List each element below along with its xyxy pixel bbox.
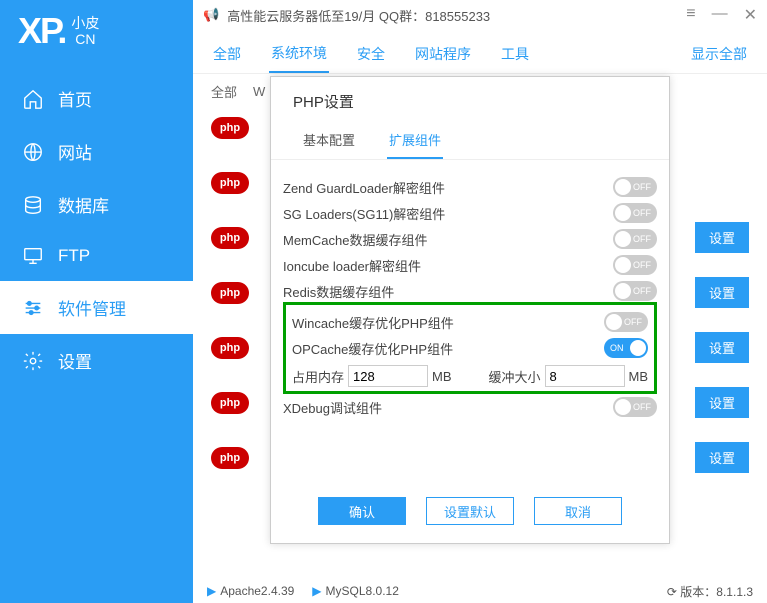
php-icon: php: [211, 227, 249, 249]
refresh-icon[interactable]: ⟳: [667, 585, 677, 599]
gear-icon: [22, 350, 44, 372]
tab-all[interactable]: 全部: [211, 36, 243, 72]
setting-xdebug: XDebug调试组件OFF: [283, 394, 657, 420]
setting-sg-loaders: SG Loaders(SG11)解密组件OFF: [283, 200, 657, 226]
tab-show-all[interactable]: 显示全部: [689, 36, 749, 72]
close-icon[interactable]: ✕: [744, 5, 757, 25]
row-settings-button[interactable]: 设置: [695, 222, 749, 253]
main-tabs: 全部 系统环境 安全 网站程序 工具 显示全部: [193, 34, 767, 74]
cancel-button[interactable]: 取消: [534, 497, 622, 525]
modal-title: PHP设置: [271, 77, 669, 122]
minimize-icon[interactable]: —: [712, 5, 728, 25]
statusbar: ▶Apache2.4.39 ▶MySQL8.0.12 ⟳ 版本：8.1.1.3: [193, 579, 767, 603]
toggle[interactable]: OFF: [604, 312, 648, 332]
nav-label: 首页: [58, 86, 92, 111]
toggle[interactable]: OFF: [613, 203, 657, 223]
row-settings-button[interactable]: 设置: [695, 332, 749, 363]
subtab-all[interactable]: 全部: [211, 82, 237, 101]
nav-ftp[interactable]: FTP: [0, 231, 193, 281]
database-icon: [22, 194, 44, 216]
home-icon: [22, 88, 44, 110]
confirm-button[interactable]: 确认: [318, 497, 406, 525]
toggle[interactable]: OFF: [613, 255, 657, 275]
nav-label: FTP: [58, 246, 90, 266]
window-controls: ≡ — ✕: [686, 5, 757, 25]
set-default-button[interactable]: 设置默认: [426, 497, 514, 525]
row-settings-button[interactable]: 设置: [695, 277, 749, 308]
promo-text: 高性能云服务器低至19/月 QQ群：818555233: [227, 6, 490, 25]
setting-ioncube: Ioncube loader解密组件OFF: [283, 252, 657, 278]
toggle[interactable]: ON: [604, 338, 648, 358]
modal-tab-basic[interactable]: 基本配置: [301, 122, 357, 159]
speaker-icon: 📢: [203, 7, 219, 23]
row-settings-button[interactable]: 设置: [695, 442, 749, 473]
toggle[interactable]: OFF: [613, 397, 657, 417]
sidebar: XP. 小皮 CN 首页 网站 数据库 FTP 软件管理 设置: [0, 0, 193, 603]
php-icon: php: [211, 117, 249, 139]
php-icon: php: [211, 337, 249, 359]
sliders-icon: [22, 297, 44, 319]
nav-label: 软件管理: [58, 295, 126, 320]
modal-tabs: 基本配置 扩展组件: [271, 122, 669, 160]
nav-home[interactable]: 首页: [0, 72, 193, 125]
logo: XP. 小皮 CN: [0, 0, 193, 72]
tab-system-env[interactable]: 系统环境: [269, 35, 329, 73]
monitor-icon: [22, 245, 44, 267]
nav-settings[interactable]: 设置: [0, 334, 193, 387]
logo-main: XP.: [18, 10, 65, 52]
toggle[interactable]: OFF: [613, 281, 657, 301]
mem-label: 占用内存: [292, 367, 344, 386]
cache-label: 缓冲大小: [488, 367, 540, 386]
play-icon: ▶: [312, 584, 321, 598]
php-icon: php: [211, 392, 249, 414]
modal-footer: 确认 设置默认 取消: [271, 483, 669, 543]
nav-label: 数据库: [58, 192, 109, 217]
tab-security[interactable]: 安全: [355, 36, 387, 72]
cache-unit: MB: [629, 369, 649, 384]
subtab-w[interactable]: W: [253, 84, 265, 99]
modal-tab-extensions[interactable]: 扩展组件: [387, 122, 443, 159]
topbar: 📢 高性能云服务器低至19/月 QQ群：818555233 ≡ — ✕: [193, 0, 767, 30]
toggle[interactable]: OFF: [613, 229, 657, 249]
apache-status: ▶Apache2.4.39: [207, 584, 294, 598]
nav-label: 设置: [58, 348, 92, 373]
nav-website[interactable]: 网站: [0, 125, 193, 178]
php-icon: php: [211, 172, 249, 194]
opcache-inputs: 占用内存 MB 缓冲大小 MB: [292, 365, 648, 387]
nav-software[interactable]: 软件管理: [0, 281, 193, 334]
menu-icon[interactable]: ≡: [686, 5, 695, 25]
logo-sub: 小皮 CN: [71, 15, 99, 47]
modal-body: Zend GuardLoader解密组件OFF SG Loaders(SG11)…: [271, 160, 669, 483]
setting-memcache: MemCache数据缓存组件OFF: [283, 226, 657, 252]
setting-redis: Redis数据缓存组件OFF: [283, 278, 657, 304]
toggle[interactable]: OFF: [613, 177, 657, 197]
memory-input[interactable]: [348, 365, 428, 387]
highlight-box: Wincache缓存优化PHP组件OFF OPCache缓存优化PHP组件ON …: [283, 302, 657, 394]
mem-unit: MB: [432, 369, 452, 384]
version-info: ⟳ 版本：8.1.1.3: [667, 583, 753, 600]
tab-web-programs[interactable]: 网站程序: [413, 36, 473, 72]
cache-input[interactable]: [545, 365, 625, 387]
nav-database[interactable]: 数据库: [0, 178, 193, 231]
tab-tools[interactable]: 工具: [499, 36, 531, 72]
mysql-status: ▶MySQL8.0.12: [312, 584, 399, 598]
php-icon: php: [211, 447, 249, 469]
setting-wincache: Wincache缓存优化PHP组件OFF: [292, 309, 648, 335]
play-icon: ▶: [207, 584, 216, 598]
nav-label: 网站: [58, 139, 92, 164]
globe-icon: [22, 141, 44, 163]
row-settings-button[interactable]: 设置: [695, 387, 749, 418]
setting-opcache: OPCache缓存优化PHP组件ON: [292, 335, 648, 361]
php-icon: php: [211, 282, 249, 304]
setting-zend-guardloader: Zend GuardLoader解密组件OFF: [283, 174, 657, 200]
php-settings-modal: PHP设置 基本配置 扩展组件 Zend GuardLoader解密组件OFF …: [270, 76, 670, 544]
